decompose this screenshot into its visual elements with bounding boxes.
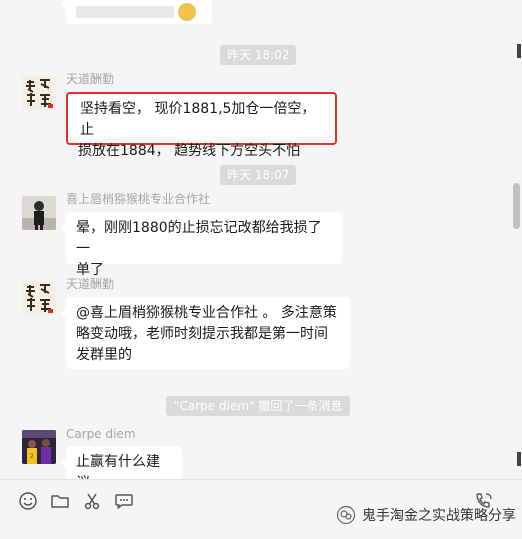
- scrollbar-track[interactable]: [512, 0, 522, 479]
- chat-history[interactable]: 昨天 18:02 天道酬勤 坚持看空， 现价1881,5加仓一倍空， 止 损放在…: [0, 0, 512, 479]
- message-bubble[interactable]: 止赢有什么建议: [61, 446, 182, 479]
- sender-name: 天道酬勤: [66, 72, 115, 86]
- message-bubble[interactable]: 晕，刚刚1880的止损忘记改都给我损了一 单了: [61, 212, 342, 278]
- message-line: 略变动哦，老师时刻提示我都是第一时间: [76, 326, 328, 342]
- calligraphy-avatar-icon: [22, 281, 56, 315]
- scrollbar-marker: [517, 452, 521, 466]
- smiley-icon: [19, 492, 37, 510]
- message-line: 止赢有什么建议: [76, 454, 160, 479]
- timestamp: 昨天 18:07: [220, 165, 297, 185]
- speech-bubble-icon: [115, 494, 133, 509]
- avatar-xishang[interactable]: [22, 196, 56, 230]
- scrollbar-marker: [517, 44, 521, 58]
- folder-icon: [51, 495, 69, 508]
- chat-history-button[interactable]: [113, 490, 135, 512]
- svg-text:2: 2: [30, 453, 34, 460]
- watermark: 鬼手淘金之实战策略分享: [336, 505, 516, 525]
- calligraphy-avatar-icon: [22, 76, 56, 110]
- scissors-icon: [84, 493, 100, 510]
- message-line: 发群里的: [76, 347, 132, 363]
- sender-name: Carpe diem: [66, 427, 136, 441]
- message-line: 单了: [76, 262, 104, 278]
- watermark-text: 鬼手淘金之实战策略分享: [362, 508, 516, 524]
- partial-text: [76, 6, 174, 18]
- wechat-official-account-icon: [336, 505, 356, 525]
- emoji-button[interactable]: [17, 490, 39, 512]
- message-line: 损放在1884， 趋势线下方空头不怕: [78, 143, 301, 159]
- recall-notice: "Carpe diem" 撤回了一条消息: [166, 396, 351, 416]
- send-file-button[interactable]: [49, 490, 71, 512]
- sender-name: 喜上眉梢猕猴桃专业合作社: [66, 192, 211, 206]
- smile-emoji-icon: [178, 3, 197, 21]
- message-bubble[interactable]: @喜上眉梢猕猴桃专业合作社 。 多注意策 略变动哦，老师时刻提示我都是第一时间 …: [61, 297, 350, 369]
- person-photo-avatar-icon: [22, 196, 56, 230]
- message-bubble-partial: [61, 0, 212, 24]
- message-line: 晕，刚刚1880的止损忘记改都给我损了一: [76, 220, 322, 257]
- sender-name: 天道酬勤: [66, 277, 115, 291]
- timestamp: 昨天 18:02: [220, 45, 297, 65]
- avatar-carpe-diem[interactable]: 2: [22, 430, 56, 464]
- scrollbar-thumb[interactable]: [513, 183, 520, 229]
- basketball-photo-avatar-icon: 2: [22, 430, 56, 464]
- message-line: @喜上眉梢猕猴桃专业合作社 。 多注意策: [76, 305, 337, 321]
- screenshot-button[interactable]: [81, 490, 103, 512]
- avatar-tiandao[interactable]: [22, 76, 56, 110]
- message-bubble-highlighted[interactable]: 坚持看空， 现价1881,5加仓一倍空， 止 损放在1884， 趋势线下方空头不…: [66, 92, 337, 159]
- message-line: 坚持看空， 现价1881,5加仓一倍空， 止: [80, 101, 316, 138]
- avatar-tiandao[interactable]: [22, 281, 56, 315]
